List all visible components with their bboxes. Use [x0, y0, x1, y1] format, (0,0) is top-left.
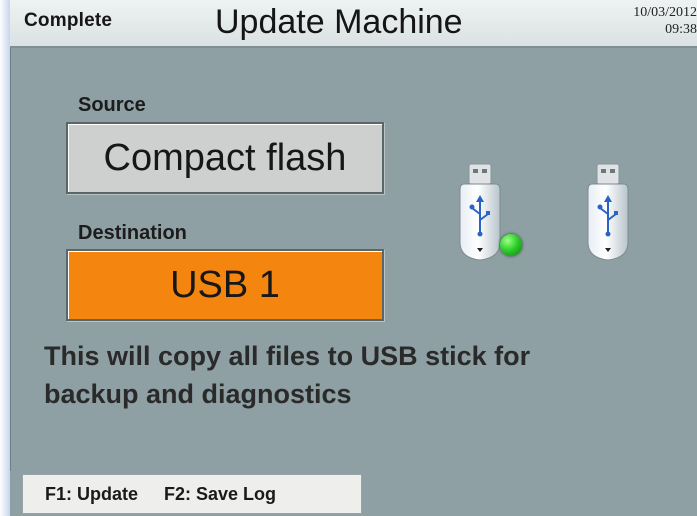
- active-indicator-light: [500, 234, 522, 256]
- info-message: This will copy all files to USB stick fo…: [44, 337, 684, 413]
- destination-label: Destination: [78, 222, 187, 244]
- source-value: Compact flash: [103, 136, 347, 179]
- title-bar: Complete Update Machine 10/03/2012 09:38: [10, 0, 697, 48]
- destination-value: USB 1: [170, 263, 280, 306]
- hmi-screen: Complete Update Machine 10/03/2012 09:38…: [10, 0, 697, 516]
- message-line-1: This will copy all files to USB stick fo…: [44, 341, 531, 371]
- usb-stick-icon[interactable]: [458, 162, 502, 262]
- status-text: Complete: [24, 10, 113, 31]
- function-key-panel: F1: Update F2: Save Log: [22, 474, 362, 514]
- destination-selector[interactable]: USB 1: [66, 249, 384, 321]
- f2-save-log-key[interactable]: F2: Save Log: [164, 484, 276, 505]
- time-text: 09:38: [665, 22, 697, 37]
- date-text: 10/03/2012: [633, 5, 697, 20]
- usb-stick-icon[interactable]: [586, 162, 630, 262]
- source-selector[interactable]: Compact flash: [66, 122, 384, 194]
- f1-update-key[interactable]: F1: Update: [45, 484, 138, 505]
- datetime-display: 10/03/2012 09:38: [633, 4, 697, 38]
- source-label: Source: [78, 94, 146, 116]
- message-line-2: backup and diagnostics: [44, 379, 352, 409]
- window-edge: [0, 0, 10, 516]
- page-title: Update Machine: [215, 3, 463, 41]
